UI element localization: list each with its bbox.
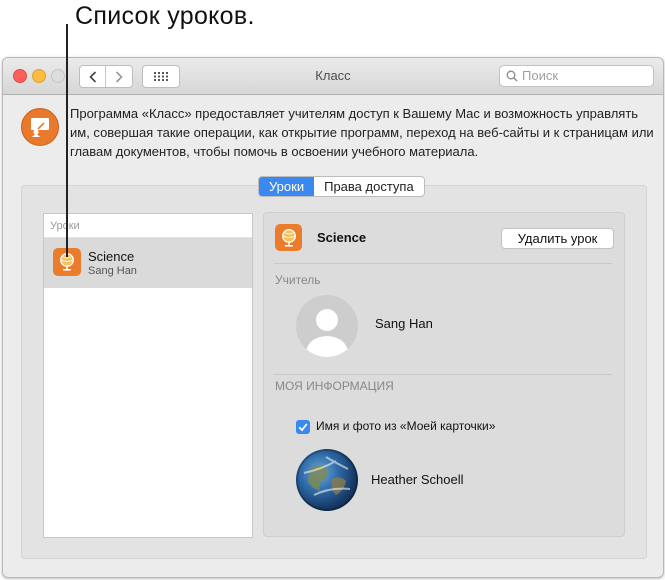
lesson-teacher: Sang Han [88, 265, 137, 277]
my-info-section-label: МОЯ ИНФОРМАЦИЯ [275, 379, 394, 393]
tab-control: Уроки Права доступа [258, 176, 425, 197]
globe-icon [282, 229, 296, 247]
student-avatar [296, 449, 358, 511]
pane-description: Программа «Класс» предоставляет учителям… [70, 106, 654, 159]
divider [274, 263, 612, 264]
lessons-list: Уроки Science Sang Han [43, 213, 253, 538]
use-my-card-checkbox[interactable] [296, 420, 310, 434]
person-silhouette-icon [305, 309, 349, 357]
callout-label: Список уроков. [75, 2, 255, 30]
lesson-details-panel: Science Удалить урок Учитель Sang Han МО… [263, 212, 625, 537]
app-window: Класс Поиск Программа «Класс» предоставл… [2, 57, 664, 578]
teacher-section-label: Учитель [275, 273, 321, 287]
lesson-list-item[interactable]: Science Sang Han [44, 238, 252, 288]
classroom-app-icon [21, 108, 59, 146]
search-placeholder: Поиск [522, 68, 559, 83]
student-name: Heather Schoell [371, 472, 464, 487]
lesson-title: Science [317, 230, 367, 245]
divider [274, 374, 612, 375]
lesson-icon [275, 224, 302, 251]
lessons-list-header: Уроки [50, 220, 80, 232]
delete-lesson-button[interactable]: Удалить урок [501, 228, 614, 249]
tab-lessons[interactable]: Уроки [259, 177, 315, 196]
checkmark-icon [298, 423, 308, 432]
earth-photo-icon [296, 449, 358, 511]
search-field[interactable]: Поиск [499, 65, 654, 87]
teacher-board-icon [31, 118, 49, 137]
use-my-card-label: Имя и фото из «Моей карточки» [316, 419, 496, 433]
tab-access-rights[interactable]: Права доступа [314, 177, 424, 196]
teacher-avatar [296, 295, 358, 357]
title-bar: Класс Поиск [3, 58, 663, 95]
search-icon [506, 70, 518, 82]
callout-pointer-line [66, 24, 68, 257]
teacher-name: Sang Han [375, 316, 433, 331]
lesson-name: Science [88, 249, 135, 264]
